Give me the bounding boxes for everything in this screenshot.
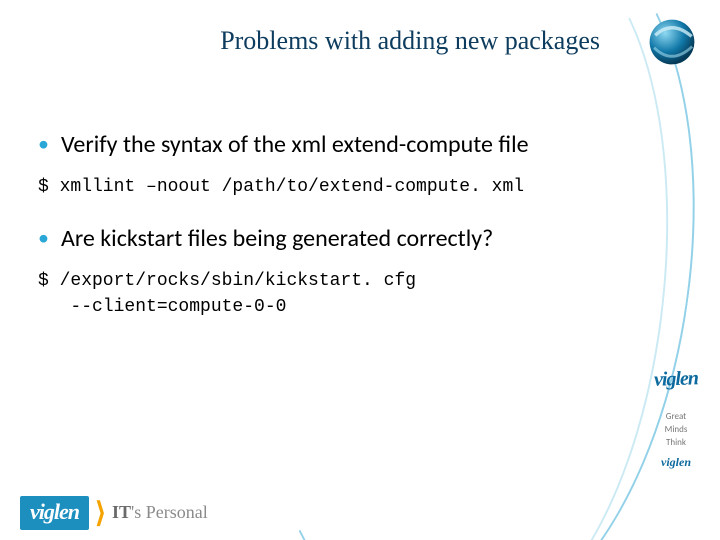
brand-logo-small: viglen	[646, 455, 706, 470]
bullet-text: Are kickstart files being generated corr…	[61, 224, 493, 254]
footer: viglen ⟩ IT's Personal	[20, 495, 208, 530]
code-block: $ /export/rocks/sbin/kickstart. cfg --cl…	[38, 268, 580, 320]
bullet-item: • Verify the syntax of the xml extend-co…	[38, 130, 580, 160]
bullet-item: • Are kickstart files being generated co…	[38, 224, 580, 254]
brand-tagline: Great Minds Think	[646, 411, 706, 449]
paren-icon: ⟩	[95, 495, 106, 530]
slogan-em: IT	[112, 502, 131, 522]
slide-body: • Verify the syntax of the xml extend-co…	[38, 120, 580, 344]
tagline-word: Great	[646, 411, 706, 423]
slide: Problems with adding new packages • Veri…	[0, 0, 720, 540]
bullet-text: Verify the syntax of the xml extend-comp…	[61, 130, 529, 160]
bullet-icon: •	[38, 224, 49, 252]
tagline-word: Minds	[646, 424, 706, 436]
bullet-icon: •	[38, 130, 49, 158]
footer-logo: viglen	[20, 496, 89, 530]
code-block: $ xmllint –noout /path/to/extend-compute…	[38, 174, 580, 200]
brand-logo-text: viglen	[646, 367, 707, 392]
tagline-word: Think	[646, 437, 706, 449]
footer-slogan: IT's Personal	[112, 502, 208, 523]
slide-title: Problems with adding new packages	[0, 26, 610, 56]
globe-icon	[644, 14, 700, 70]
slogan-rest: 's Personal	[131, 502, 208, 522]
brand-sidebar: viglen Great Minds Think viglen	[646, 368, 706, 470]
